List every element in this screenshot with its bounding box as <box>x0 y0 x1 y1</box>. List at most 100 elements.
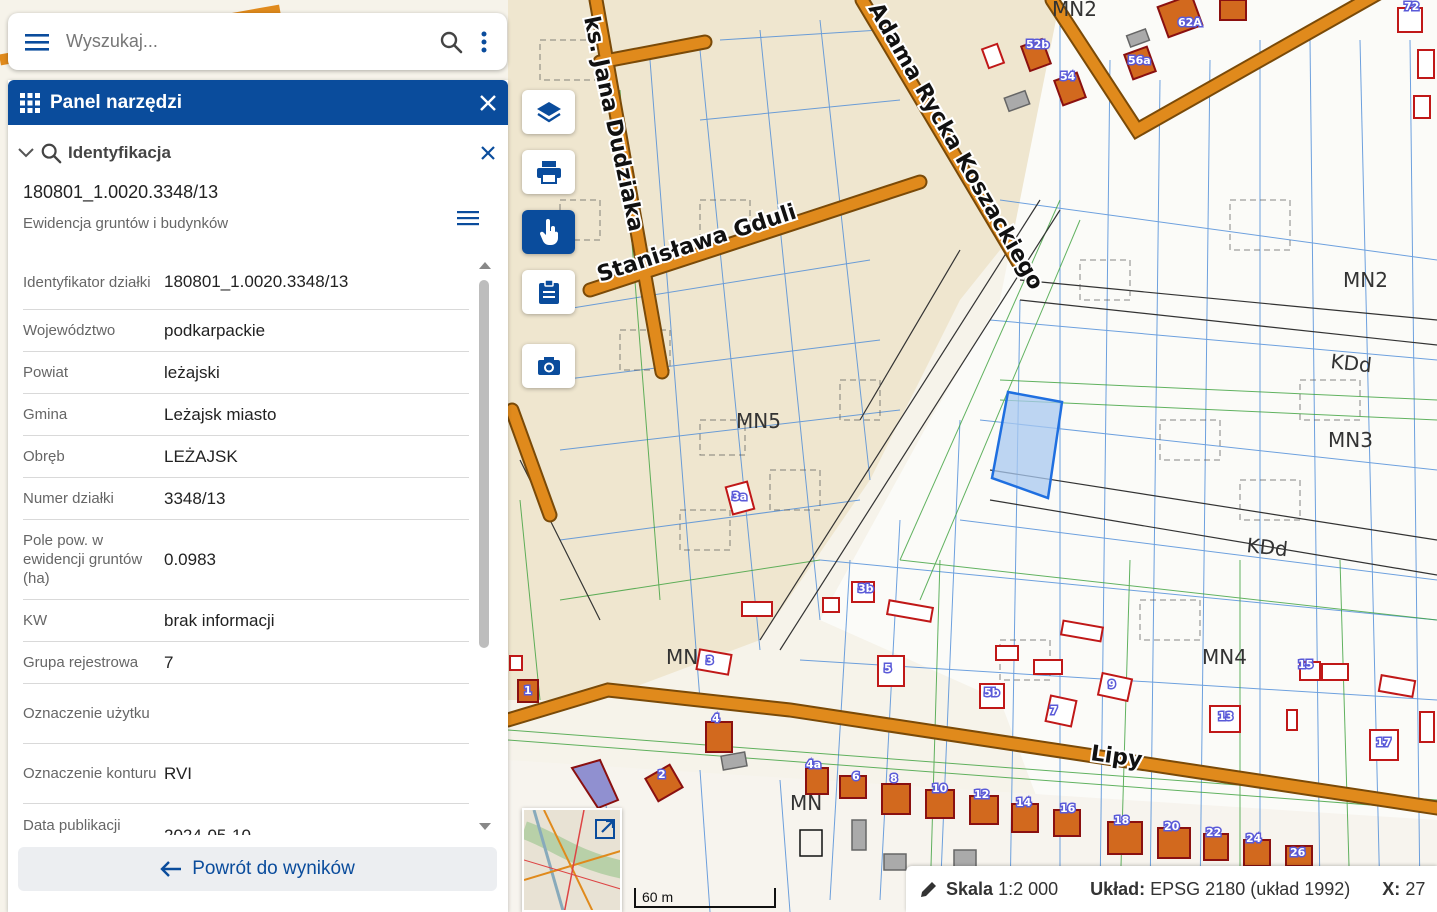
attribute-value: 180801_1.0020.3348/13 <box>164 272 349 291</box>
x-value: 27 <box>1405 878 1426 899</box>
identification-section-header[interactable]: Identyfikacja <box>8 125 508 180</box>
attribute-row: Oznaczenie konturu RVI <box>23 744 469 804</box>
house-number: 2 <box>658 768 666 781</box>
open-external-icon <box>595 819 615 839</box>
house-number: 54 <box>1060 70 1076 83</box>
screenshot-button[interactable] <box>522 344 575 388</box>
attribute-row: KW brak informacji <box>23 600 469 642</box>
identify-button[interactable] <box>522 210 575 254</box>
house-number: 52b <box>1026 38 1049 51</box>
clipboard-button[interactable] <box>522 270 575 314</box>
attribute-key: Województwo <box>23 322 116 339</box>
overview-minimap[interactable] <box>522 808 622 912</box>
attribute-row: Oznaczenie użytku <box>23 684 469 744</box>
camera-icon <box>537 357 560 375</box>
attribute-scrollbar[interactable] <box>477 258 491 830</box>
print-button[interactable] <box>522 150 575 194</box>
scale-label: Skala <box>946 878 994 899</box>
search-icon <box>440 31 463 53</box>
layer-name-row: Ewidencja gruntów i budynków <box>8 211 508 248</box>
attribute-key: Data publikacji <box>23 817 121 834</box>
layer-name: Ewidencja gruntów i budynków <box>23 215 229 232</box>
back-to-results-button[interactable]: Powrót do wyników <box>18 847 497 891</box>
x-label: X: <box>1382 878 1401 899</box>
house-number: 1 <box>524 684 532 697</box>
search-button[interactable] <box>433 13 469 70</box>
attribute-key: Grupa rejestrowa <box>23 654 139 671</box>
more-vertical-icon <box>481 31 487 52</box>
scale-bar-label: 60 m <box>642 889 674 905</box>
zone-label: MN <box>790 791 822 815</box>
layers-button[interactable] <box>522 90 575 134</box>
identify-hand-icon <box>539 219 558 245</box>
result-menu-button[interactable] <box>454 204 482 232</box>
tools-panel: Panel narzędzi Identyfikacja 180801_1.00… <box>8 80 508 912</box>
attribute-row: Identyfikator działki 180801_1.0020.3348… <box>23 255 469 310</box>
scroll-down-arrow-icon[interactable] <box>479 823 491 830</box>
back-to-results-label: Powrót do wyników <box>192 858 355 879</box>
attribute-row: Pole pow. w ewidencji gruntów (ha) 0.098… <box>23 520 469 600</box>
house-number: 8 <box>890 772 898 785</box>
scale-bar-line <box>634 906 776 908</box>
expand-minimap-button[interactable] <box>594 818 616 845</box>
attribute-row: Województwo podkarpackie <box>23 310 469 352</box>
house-number: 24 <box>1246 832 1262 845</box>
crs-value: EPSG 2180 (układ 1992) <box>1150 878 1351 899</box>
search-bar <box>8 13 507 70</box>
scale-selector[interactable]: Skala 1:2 000 <box>920 879 1058 900</box>
chevron-down-icon[interactable] <box>18 147 34 158</box>
crs-label: Układ: <box>1090 878 1146 899</box>
scale-bar: 60 m <box>634 884 776 912</box>
status-bar: Skala 1:2 000 Układ: EPSG 2180 (układ 19… <box>906 866 1437 912</box>
attribute-row: Powiat leżajski <box>23 352 469 394</box>
main-menu-button[interactable] <box>8 13 66 70</box>
attribute-key: Pole pow. w ewidencji gruntów (ha) <box>23 532 143 587</box>
attribute-row: Gmina Leżajsk miasto <box>23 394 469 436</box>
scale-value: 1:2 000 <box>998 878 1059 899</box>
house-number: 26 <box>1290 846 1306 859</box>
attribute-value: podkarpackie <box>164 320 266 340</box>
attribute-value: Leżajsk miasto <box>164 404 277 424</box>
identification-close-button[interactable] <box>468 145 508 161</box>
house-number: 10 <box>932 782 948 795</box>
house-number: 17 <box>1376 736 1391 749</box>
arrow-left-icon <box>160 861 182 877</box>
layers-icon <box>536 102 561 123</box>
more-options-button[interactable] <box>469 13 499 70</box>
attribute-row: Obręb LEŻAJSK <box>23 436 469 478</box>
scroll-up-arrow-icon[interactable] <box>479 262 491 269</box>
attribute-value: 2024-05-10 <box>164 816 469 835</box>
house-number: 9 <box>1108 678 1116 691</box>
zone-label: MN3 <box>1328 428 1373 452</box>
pencil-icon <box>921 882 936 897</box>
scroll-thumb[interactable] <box>479 280 489 648</box>
search-input[interactable] <box>66 21 433 62</box>
list-menu-icon <box>457 211 479 226</box>
zone-label: KDd <box>1245 533 1289 561</box>
house-number: 16 <box>1060 802 1076 815</box>
house-number: 5 <box>884 662 892 675</box>
house-number: 72 <box>1404 0 1419 13</box>
scale-bar-tick <box>774 888 776 908</box>
panel-title: Panel narzędzi <box>50 91 182 113</box>
coordinate-x: X: 27 <box>1382 879 1425 900</box>
attribute-value: brak informacji <box>164 610 275 630</box>
close-icon <box>481 145 495 160</box>
house-number: 4 <box>712 712 720 725</box>
attribute-value: 3348/13 <box>164 488 226 508</box>
scale-bar-tick <box>634 888 636 908</box>
attribute-value: LEŻAJSK <box>164 446 238 466</box>
panel-close-button[interactable] <box>468 94 508 112</box>
section-title: Identyfikacja <box>68 142 171 162</box>
attribute-row: Numer działki 3348/13 <box>23 478 469 520</box>
house-number: 5b <box>984 686 1000 699</box>
house-number: 3b <box>858 582 874 595</box>
house-number: 62A <box>1178 16 1202 29</box>
crs-selector[interactable]: Układ: EPSG 2180 (układ 1992) <box>1090 879 1350 900</box>
zone-label: MN4 <box>1202 645 1247 669</box>
house-number: 15 <box>1298 658 1313 671</box>
zone-label: MN2 <box>1052 0 1097 21</box>
house-number: 14 <box>1016 796 1032 809</box>
hamburger-menu-icon <box>25 33 49 51</box>
print-icon <box>536 161 561 184</box>
